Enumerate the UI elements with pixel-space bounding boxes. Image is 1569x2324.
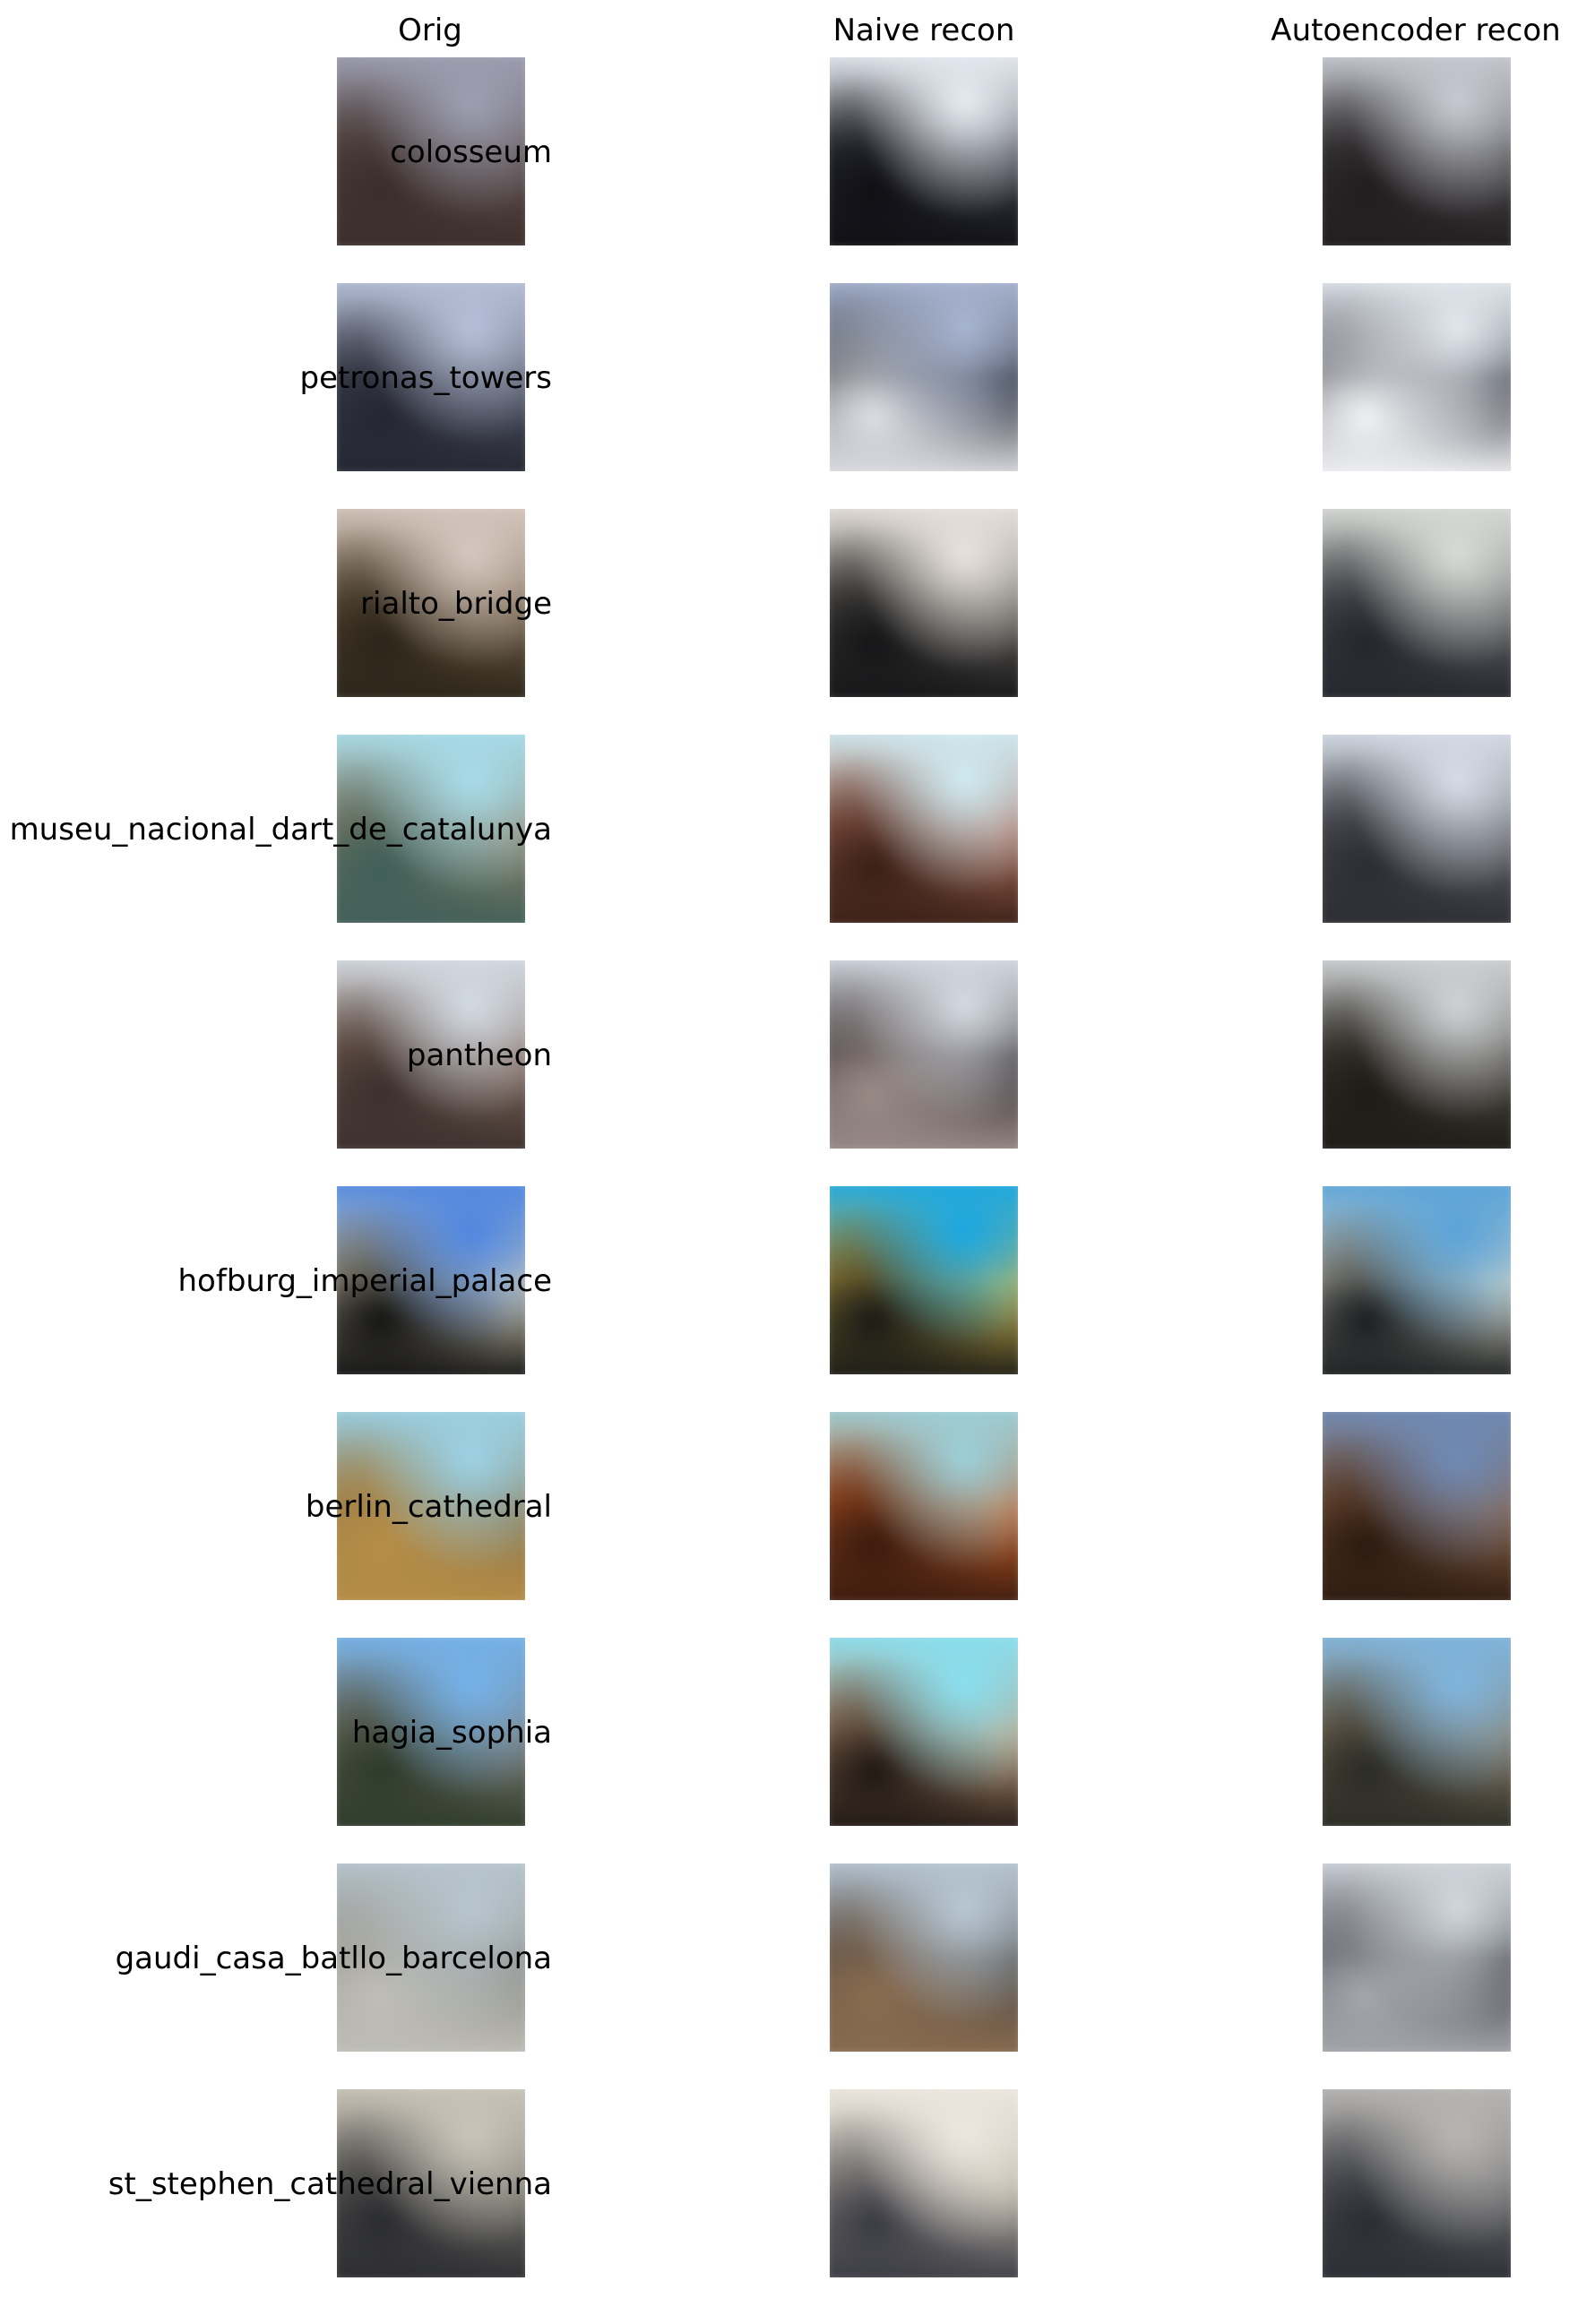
naive-recon-image bbox=[830, 57, 1018, 245]
autoencoder-recon-image bbox=[1323, 1412, 1511, 1600]
autoencoder-recon-image bbox=[1323, 1864, 1511, 2052]
column-header-orig: Orig bbox=[398, 13, 462, 48]
grid-row: gaudi_casa_batllo_barcelona bbox=[0, 1864, 1569, 2052]
figure: Orig Naive recon Autoencoder recon colos… bbox=[0, 0, 1569, 2324]
grid-row: hofburg_imperial_palace bbox=[0, 1186, 1569, 1374]
grid-row: colosseum bbox=[0, 57, 1569, 245]
autoencoder-recon-image bbox=[1323, 57, 1511, 245]
autoencoder-recon-image bbox=[1323, 2089, 1511, 2277]
row-label: pantheon bbox=[406, 1037, 552, 1073]
row-label: hofburg_imperial_palace bbox=[177, 1263, 553, 1299]
row-label: berlin_cathedral bbox=[305, 1489, 552, 1525]
grid-row: hagia_sophia bbox=[0, 1638, 1569, 1826]
column-header-autoencoder-recon: Autoencoder recon bbox=[1271, 13, 1561, 48]
naive-recon-image bbox=[830, 283, 1018, 471]
naive-recon-image bbox=[830, 2089, 1018, 2277]
row-label: museu_nacional_dart_de_catalunya bbox=[9, 812, 552, 848]
autoencoder-recon-image bbox=[1323, 509, 1511, 697]
row-label: hagia_sophia bbox=[351, 1715, 552, 1751]
autoencoder-recon-image bbox=[1323, 1638, 1511, 1826]
column-header-naive-recon: Naive recon bbox=[832, 13, 1015, 48]
autoencoder-recon-image bbox=[1323, 960, 1511, 1149]
row-label: gaudi_casa_batllo_barcelona bbox=[115, 1941, 552, 1976]
naive-recon-image bbox=[830, 509, 1018, 697]
naive-recon-image bbox=[830, 735, 1018, 923]
naive-recon-image bbox=[830, 1638, 1018, 1826]
autoencoder-recon-image bbox=[1323, 283, 1511, 471]
naive-recon-image bbox=[830, 1186, 1018, 1374]
row-label: colosseum bbox=[390, 134, 552, 170]
autoencoder-recon-image bbox=[1323, 735, 1511, 923]
grid-row: rialto_bridge bbox=[0, 509, 1569, 697]
grid-row: berlin_cathedral bbox=[0, 1412, 1569, 1600]
row-label: petronas_towers bbox=[299, 360, 552, 396]
grid-row: st_stephen_cathedral_vienna bbox=[0, 2089, 1569, 2277]
naive-recon-image bbox=[830, 1412, 1018, 1600]
autoencoder-recon-image bbox=[1323, 1186, 1511, 1374]
naive-recon-image bbox=[830, 1864, 1018, 2052]
grid-row: petronas_towers bbox=[0, 283, 1569, 471]
row-label: rialto_bridge bbox=[360, 586, 552, 622]
row-label: st_stephen_cathedral_vienna bbox=[108, 2166, 552, 2202]
grid-row: museu_nacional_dart_de_catalunya bbox=[0, 735, 1569, 923]
grid-row: pantheon bbox=[0, 960, 1569, 1149]
naive-recon-image bbox=[830, 960, 1018, 1149]
